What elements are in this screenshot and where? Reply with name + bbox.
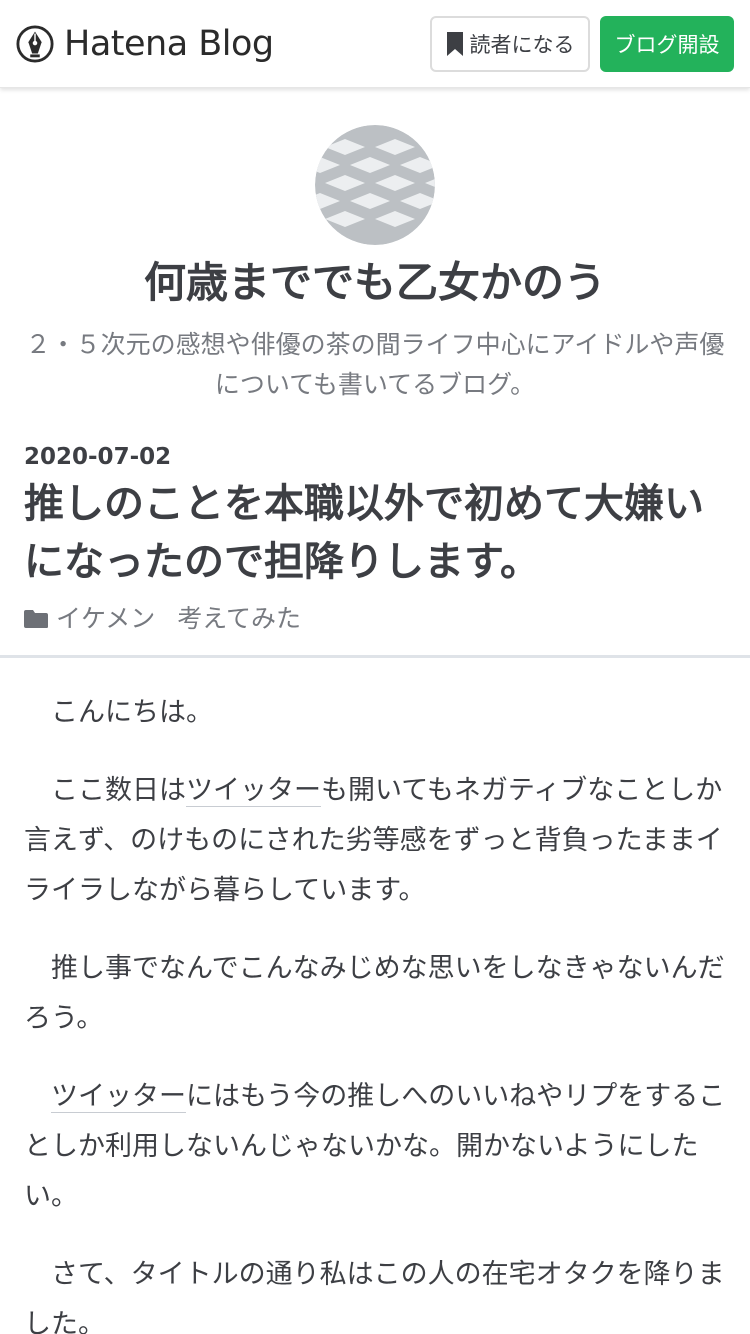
open-blog-button[interactable]: ブログ開設 bbox=[600, 16, 734, 72]
blog-description: ２・５次元の感想や俳優の茶の間ライフ中心にアイドルや声優についても書いてるブログ… bbox=[25, 330, 725, 399]
paragraph: ツイッターにはもう今の推しへのいいねやリプをすることしか利用しないんじゃないかな… bbox=[24, 1072, 726, 1222]
hatena-blog-logo[interactable]: Hatena Blog bbox=[16, 22, 274, 66]
category-link[interactable]: イケメン bbox=[56, 603, 155, 635]
bookmark-icon bbox=[446, 32, 463, 56]
hatena-logo-icon bbox=[16, 25, 54, 63]
paragraph: ここ数日はツイッターも開いてもネガティブなことしか言えず、のけものにされた劣等感… bbox=[24, 766, 726, 916]
entry-body: こんにちは。 ここ数日はツイッターも開いてもネガティブなことしか言えず、のけもの… bbox=[0, 658, 750, 1334]
top-header: Hatena Blog 読者になる ブログ開設 bbox=[0, 0, 750, 88]
entry-title[interactable]: 推しのことを本職以外で初めて大嫌いになったので担降りします。 bbox=[24, 475, 726, 591]
blog-title[interactable]: 何歳まででも乙女かのう bbox=[0, 257, 750, 309]
category-link[interactable]: 考えてみた bbox=[177, 603, 301, 635]
entry-categories: イケメン 考えてみた bbox=[24, 603, 726, 635]
paragraph-text: ここ数日は bbox=[24, 775, 186, 806]
entry-date[interactable]: 2020-07-02 bbox=[24, 443, 726, 471]
paragraph: こんにちは。 bbox=[24, 697, 213, 728]
paragraph: 推し事でなんでこんなみじめな思いをしなきゃないんだろう。 bbox=[24, 953, 725, 1034]
logo-text: Hatena Blog bbox=[64, 24, 274, 64]
blog-avatar[interactable] bbox=[315, 125, 435, 245]
paragraph: さて、タイトルの通り私はこの人の在宅オタクを降りました。 bbox=[24, 1259, 725, 1334]
subscribe-button[interactable]: 読者になる bbox=[430, 16, 590, 72]
open-blog-button-label: ブログ開設 bbox=[614, 33, 720, 57]
folder-icon bbox=[24, 610, 48, 628]
subscribe-button-label: 読者になる bbox=[469, 33, 575, 57]
paragraph-text bbox=[24, 1081, 51, 1112]
keyword-link[interactable]: ツイッター bbox=[51, 1081, 186, 1113]
entry-header: 2020-07-02 推しのことを本職以外で初めて大嫌いになったので担降りします… bbox=[0, 405, 750, 635]
blog-header: 何歳まででも乙女かのう ２・５次元の感想や俳優の茶の間ライフ中心にアイドルや声優… bbox=[0, 88, 750, 405]
keyword-link[interactable]: ツイッター bbox=[186, 775, 321, 807]
